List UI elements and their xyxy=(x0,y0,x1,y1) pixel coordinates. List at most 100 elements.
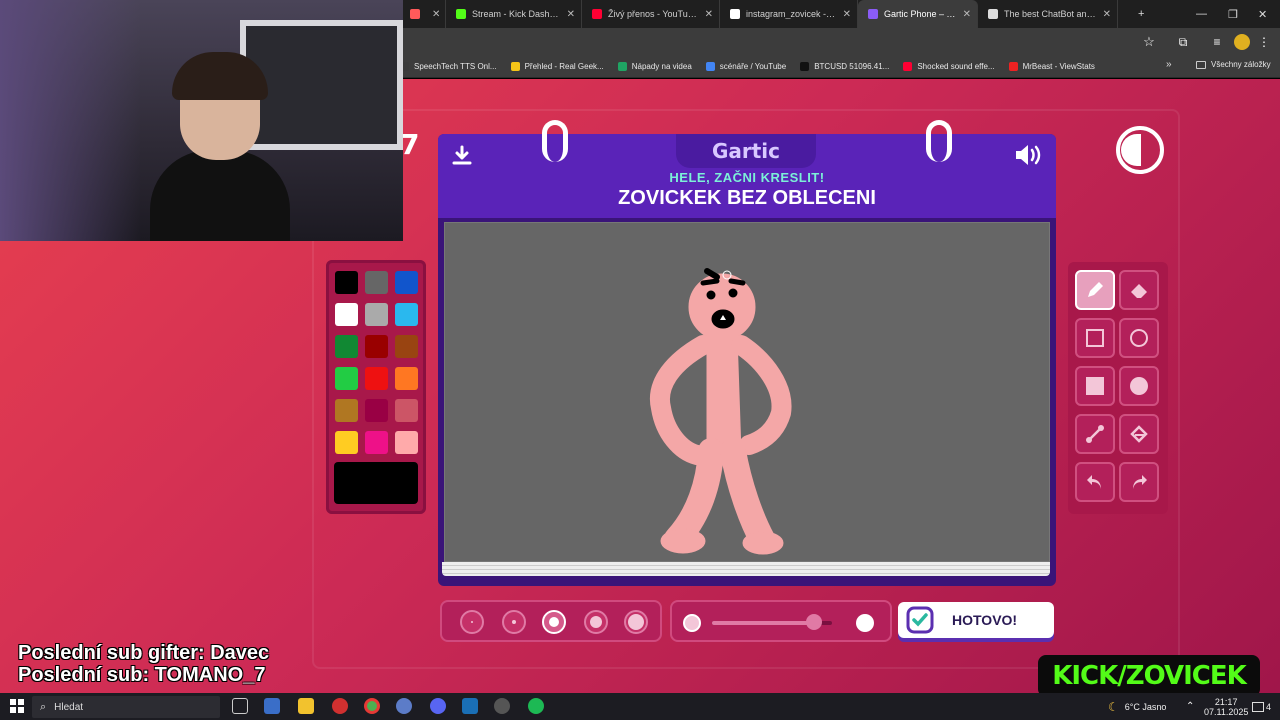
notification-center[interactable]: 4 xyxy=(1252,693,1271,720)
undo-button[interactable] xyxy=(1075,462,1115,502)
bookmark-item[interactable]: BTCUSD 51096.41... xyxy=(800,62,889,71)
bookmarks-overflow-icon[interactable]: » xyxy=(1166,59,1172,70)
browser-tab[interactable]: instagram_zovicek - Hled ✕ xyxy=(720,0,858,28)
size-dot-4 xyxy=(590,616,602,628)
fill-bucket-tool-button[interactable] xyxy=(1119,414,1159,454)
profile-avatar[interactable] xyxy=(1234,34,1250,50)
download-icon[interactable] xyxy=(450,144,474,168)
pen-tool-button[interactable] xyxy=(1075,270,1115,310)
opacity-thumb[interactable] xyxy=(806,614,822,630)
color-swatch[interactable] xyxy=(395,335,418,358)
last-gifter-text: Poslední sub gifter: Davec xyxy=(18,642,270,664)
close-tab-icon[interactable]: ✕ xyxy=(1103,9,1111,20)
extensions-icon[interactable]: ⧉ xyxy=(1176,34,1190,50)
bookmark-favicon xyxy=(705,62,715,71)
app-icon-v[interactable] xyxy=(462,698,478,714)
bookmark-favicon xyxy=(510,62,520,71)
spotify-icon[interactable] xyxy=(528,698,544,714)
browser-tab[interactable]: The best ChatBot and W ✕ xyxy=(978,0,1118,28)
chrome-icon[interactable] xyxy=(364,698,380,714)
brush-size-3[interactable] xyxy=(542,610,566,634)
size-dot-5 xyxy=(628,614,644,630)
line-tool-button[interactable] xyxy=(1075,414,1115,454)
minimize-icon[interactable]: — xyxy=(1196,0,1207,28)
search-placeholder: Hledat xyxy=(54,701,84,713)
app-icon-2[interactable] xyxy=(332,698,348,714)
close-tab-icon[interactable]: ✕ xyxy=(843,9,851,20)
color-swatch[interactable] xyxy=(335,303,358,326)
new-tab-button[interactable]: + xyxy=(1138,0,1144,28)
tray-chevron-icon[interactable]: ⌃ xyxy=(1186,693,1194,720)
browser-tab[interactable]: Stream - Kick Dashboard ✕ xyxy=(446,0,582,28)
circle-outline-icon xyxy=(1130,329,1148,347)
circle-fill-tool-button[interactable] xyxy=(1119,366,1159,406)
color-swatch[interactable] xyxy=(395,303,418,326)
color-swatch[interactable] xyxy=(335,271,358,294)
file-explorer-icon[interactable] xyxy=(298,698,314,714)
bookmark-item[interactable]: scénáře / YouTube xyxy=(705,62,786,71)
close-window-icon[interactable]: ✕ xyxy=(1258,0,1267,28)
brush-size-2[interactable] xyxy=(502,610,526,634)
windows-start-icon[interactable] xyxy=(10,699,24,713)
menu-icon[interactable]: ⋮ xyxy=(1258,34,1270,50)
obs-icon[interactable] xyxy=(494,698,510,714)
color-swatch[interactable] xyxy=(365,335,388,358)
tab-title: instagram_zovicek - Hled xyxy=(746,9,837,19)
weather-widget[interactable]: ☾ 6°C Jasno xyxy=(1108,693,1166,720)
browser-tab[interactable]: Gartic Phone – Tichá pošt ✕ xyxy=(858,0,978,28)
color-swatch[interactable] xyxy=(365,271,388,294)
color-swatch[interactable] xyxy=(335,367,358,390)
bookmark-item[interactable]: MrBeast - ViewStats xyxy=(1008,62,1095,71)
star-icon[interactable]: ☆ xyxy=(1142,34,1156,50)
redo-icon xyxy=(1133,475,1147,489)
brush-size-5[interactable] xyxy=(624,610,648,634)
opacity-max-icon xyxy=(856,614,874,632)
restore-icon[interactable]: ❐ xyxy=(1228,0,1238,28)
tab-title: Gartic Phone – Tichá pošt xyxy=(884,9,957,19)
color-swatch[interactable] xyxy=(395,431,418,454)
drawing-canvas[interactable] xyxy=(444,222,1050,562)
close-tab-icon[interactable]: ✕ xyxy=(432,9,440,20)
close-tab-icon[interactable]: ✕ xyxy=(963,9,971,20)
media-icon[interactable]: ≡ xyxy=(1210,34,1224,50)
color-swatch[interactable] xyxy=(395,399,418,422)
brush-size-4[interactable] xyxy=(584,610,608,634)
color-swatch[interactable] xyxy=(395,367,418,390)
done-button[interactable]: HOTOVO! xyxy=(898,602,1054,638)
bookmark-item[interactable]: Přehled - Real Geek... xyxy=(510,62,604,71)
color-swatch[interactable] xyxy=(365,399,388,422)
color-swatch[interactable] xyxy=(365,431,388,454)
all-bookmarks-button[interactable]: Všechny záložky xyxy=(1196,60,1271,69)
tab-strip: Liv✕Stream - Kick Dashboard✕Živý přenos … xyxy=(400,0,1118,28)
close-tab-icon[interactable]: ✕ xyxy=(705,9,713,20)
rectangle-fill-tool-button[interactable] xyxy=(1075,366,1115,406)
color-swatch[interactable] xyxy=(335,399,358,422)
clock[interactable]: 21:17 07.11.2025 xyxy=(1204,693,1248,720)
color-swatch[interactable] xyxy=(365,303,388,326)
color-swatch[interactable] xyxy=(395,271,418,294)
volume-icon[interactable] xyxy=(1012,142,1044,168)
redo-button[interactable] xyxy=(1119,462,1159,502)
bookmark-item[interactable]: Nápady na videa xyxy=(617,62,692,71)
browser-tab[interactable]: Živý přenos - YouTube St ✕ xyxy=(582,0,720,28)
rectangle-outline-tool-button[interactable] xyxy=(1075,318,1115,358)
color-swatch[interactable] xyxy=(335,335,358,358)
square-outline-icon xyxy=(1086,329,1104,347)
close-tab-icon[interactable]: ✕ xyxy=(567,9,575,20)
eraser-tool-button[interactable] xyxy=(1119,270,1159,310)
bookmark-item[interactable]: Shocked sound effe... xyxy=(903,62,995,71)
tab-favicon xyxy=(592,9,602,19)
color-swatch[interactable] xyxy=(365,367,388,390)
task-view-icon[interactable] xyxy=(232,698,248,714)
tab-favicon xyxy=(868,9,878,19)
taskbar-search[interactable]: ⌕ Hledat xyxy=(32,696,220,718)
kick-channel-badge: KICK/ZOVICEK xyxy=(1038,655,1260,697)
app-icon-1[interactable] xyxy=(264,698,280,714)
bookmark-item[interactable]: SpeechTech TTS Onl... xyxy=(400,62,497,71)
discord-icon[interactable] xyxy=(430,698,446,714)
app-icon-3[interactable] xyxy=(396,698,412,714)
brush-size-1[interactable] xyxy=(460,610,484,634)
color-swatch[interactable] xyxy=(335,431,358,454)
browser-tab[interactable]: Liv✕ xyxy=(400,0,446,28)
circle-outline-tool-button[interactable] xyxy=(1119,318,1159,358)
